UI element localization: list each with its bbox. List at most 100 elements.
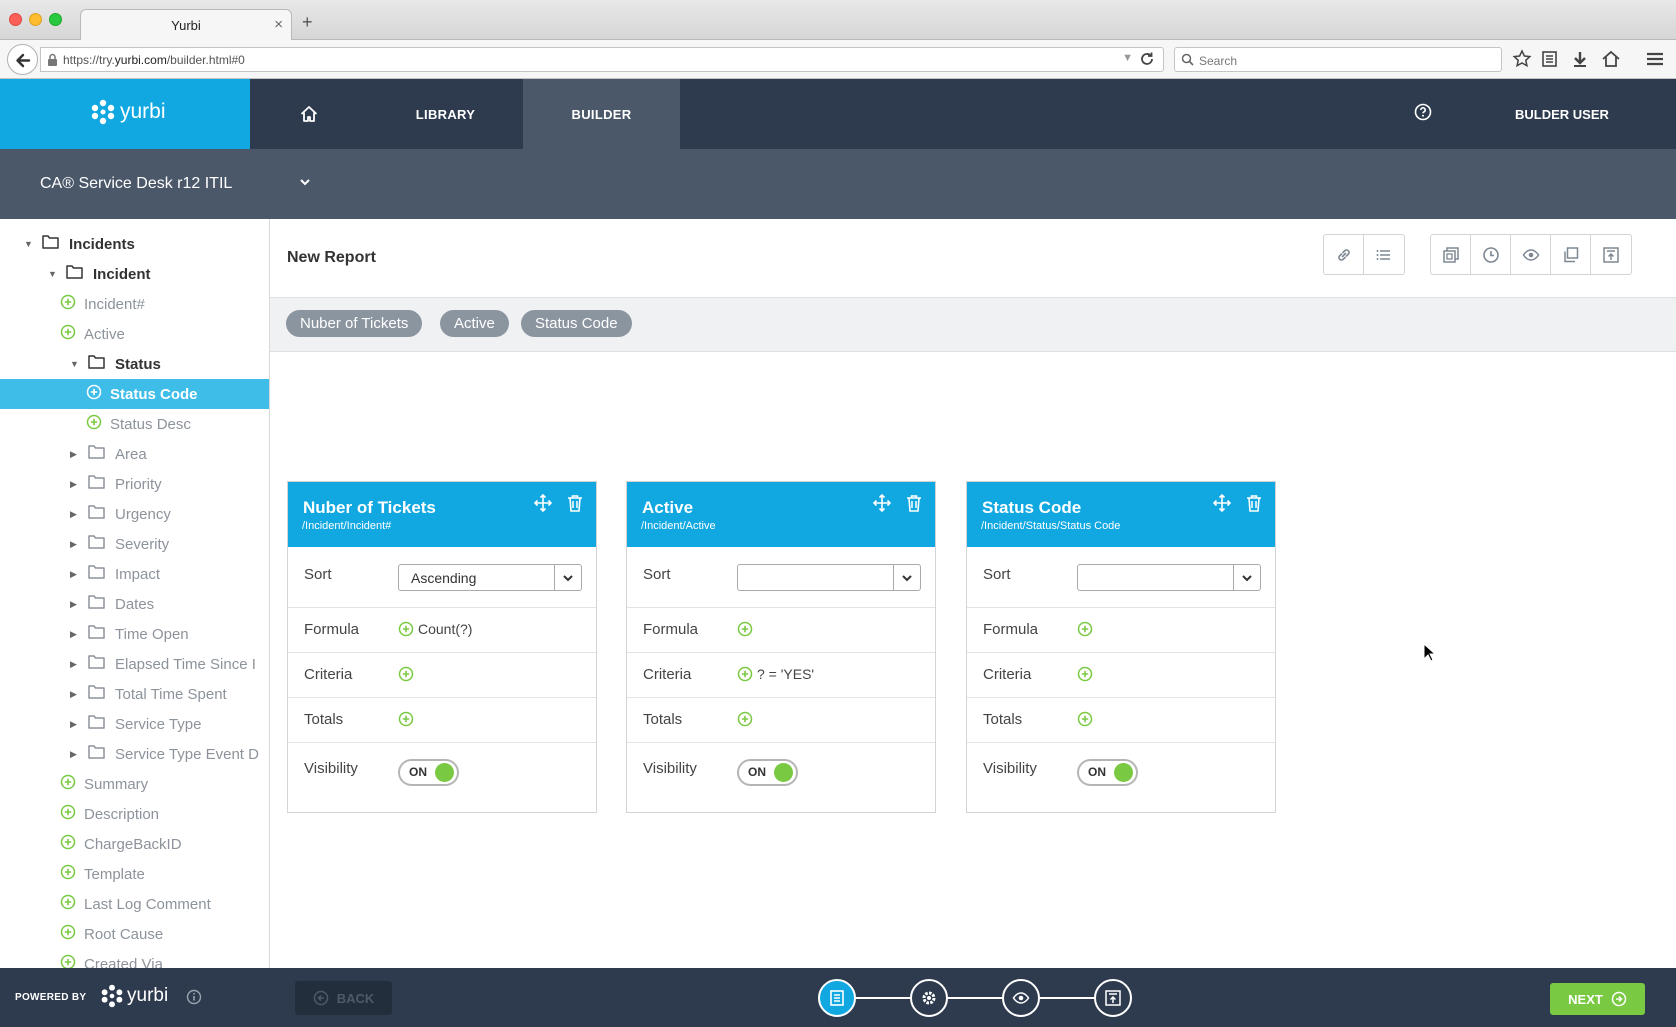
save-as-button[interactable] xyxy=(1431,235,1471,274)
add-field-icon[interactable] xyxy=(60,954,76,968)
logo-block[interactable]: yurbi xyxy=(0,79,250,149)
url-bar[interactable]: https://try.yurbi.com/builder.html#0 ▼ xyxy=(40,47,1164,72)
tree-field[interactable]: ChargeBackID xyxy=(0,829,269,859)
step-preview[interactable] xyxy=(1002,979,1040,1017)
hamburger-menu-icon[interactable] xyxy=(1645,49,1665,69)
bookmark-star-icon[interactable] xyxy=(1512,49,1532,69)
add-icon[interactable] xyxy=(398,621,414,637)
history-button[interactable] xyxy=(1471,235,1511,274)
nav-builder[interactable]: BUILDER xyxy=(523,79,680,149)
visibility-toggle[interactable]: ON xyxy=(398,759,459,786)
project-name[interactable]: CA® Service Desk r12 ITIL xyxy=(40,175,232,193)
help-icon[interactable] xyxy=(1414,103,1432,121)
add-field-icon[interactable] xyxy=(86,384,102,405)
move-icon[interactable] xyxy=(534,494,552,512)
minimize-window-button[interactable] xyxy=(29,13,42,26)
tab-close-icon[interactable]: × xyxy=(274,16,283,33)
browser-search-input[interactable]: Search xyxy=(1174,47,1502,72)
add-icon[interactable] xyxy=(737,666,753,682)
chevron-down-icon[interactable] xyxy=(1233,565,1260,590)
sort-select[interactable] xyxy=(737,564,921,591)
chevron-down-icon[interactable] xyxy=(554,565,581,590)
move-icon[interactable] xyxy=(1213,494,1231,512)
reload-icon[interactable] xyxy=(1139,51,1155,67)
totals-value[interactable] xyxy=(1077,711,1097,727)
caret-right-icon[interactable]: ▶ xyxy=(70,569,82,580)
tree-field[interactable]: Description xyxy=(0,799,269,829)
add-icon[interactable] xyxy=(737,711,753,727)
caret-right-icon[interactable]: ▶ xyxy=(70,539,82,550)
tree-folder[interactable]: ▶ Dates xyxy=(0,589,269,619)
move-icon[interactable] xyxy=(873,494,891,512)
new-tab-button[interactable]: + xyxy=(302,12,313,33)
add-field-icon[interactable] xyxy=(60,294,76,315)
tree-field[interactable]: Root Cause xyxy=(0,919,269,949)
tree-folder[interactable]: ▼ Incidents xyxy=(0,229,269,259)
tree-folder[interactable]: ▼ Incident xyxy=(0,259,269,289)
tree-folder[interactable]: ▶ Impact xyxy=(0,559,269,589)
browser-tab[interactable]: Yurbi × xyxy=(80,9,292,41)
sort-select[interactable] xyxy=(1077,564,1261,591)
add-field-icon[interactable] xyxy=(60,924,76,945)
nav-library[interactable]: LIBRARY xyxy=(368,79,523,149)
add-field-icon[interactable] xyxy=(86,414,102,435)
caret-right-icon[interactable]: ▶ xyxy=(70,659,82,670)
tree-field[interactable]: Template xyxy=(0,859,269,889)
close-window-button[interactable] xyxy=(9,13,22,26)
chevron-down-icon[interactable] xyxy=(893,565,920,590)
tree-field[interactable]: Status Desc xyxy=(0,409,269,439)
add-field-icon[interactable] xyxy=(60,324,76,345)
tree-folder[interactable]: ▶ Elapsed Time Since I xyxy=(0,649,269,679)
visibility-toggle[interactable]: ON xyxy=(1077,759,1138,786)
link-button[interactable] xyxy=(1324,235,1364,274)
export-button[interactable] xyxy=(1591,235,1631,274)
add-icon[interactable] xyxy=(398,666,414,682)
add-field-icon[interactable] xyxy=(60,864,76,885)
caret-right-icon[interactable]: ▶ xyxy=(70,479,82,490)
add-icon[interactable] xyxy=(1077,666,1093,682)
field-chip[interactable]: Active xyxy=(440,310,509,337)
criteria-value[interactable] xyxy=(398,666,418,682)
add-icon[interactable] xyxy=(1077,621,1093,637)
add-field-icon[interactable] xyxy=(60,894,76,915)
sort-select[interactable]: Ascending xyxy=(398,564,582,591)
user-menu[interactable]: BULDER USER xyxy=(1515,107,1609,122)
chevron-down-icon[interactable] xyxy=(298,175,312,189)
trash-icon[interactable] xyxy=(567,494,583,512)
caret-down-icon[interactable]: ▼ xyxy=(48,269,60,279)
tree-folder[interactable]: ▶ Urgency xyxy=(0,499,269,529)
tree-folder[interactable]: ▶ Time Open xyxy=(0,619,269,649)
caret-right-icon[interactable]: ▶ xyxy=(70,749,82,760)
url-dropdown-icon[interactable]: ▼ xyxy=(1122,52,1133,64)
info-icon[interactable] xyxy=(186,989,202,1005)
field-chip[interactable]: Status Code xyxy=(521,310,632,337)
criteria-value[interactable] xyxy=(1077,666,1097,682)
tree-field[interactable]: Active xyxy=(0,319,269,349)
tree-field[interactable]: Incident# xyxy=(0,289,269,319)
caret-right-icon[interactable]: ▶ xyxy=(70,449,82,460)
caret-down-icon[interactable]: ▼ xyxy=(24,239,36,249)
tree-folder[interactable]: ▼ Status xyxy=(0,349,269,379)
step-design[interactable] xyxy=(818,979,856,1017)
list-view-button[interactable] xyxy=(1364,235,1404,274)
nav-home[interactable] xyxy=(250,79,368,149)
zoom-window-button[interactable] xyxy=(49,13,62,26)
report-title[interactable]: New Report xyxy=(287,249,376,267)
tree-folder[interactable]: ▶ Priority xyxy=(0,469,269,499)
trash-icon[interactable] xyxy=(906,494,922,512)
formula-value[interactable] xyxy=(737,621,757,637)
totals-value[interactable] xyxy=(398,711,418,727)
caret-right-icon[interactable]: ▶ xyxy=(70,719,82,730)
tree-field[interactable]: Created Via xyxy=(0,949,269,968)
add-field-icon[interactable] xyxy=(60,774,76,795)
tree-folder[interactable]: ▶ Total Time Spent xyxy=(0,679,269,709)
add-icon[interactable] xyxy=(737,621,753,637)
tree-field[interactable]: Summary xyxy=(0,769,269,799)
add-icon[interactable] xyxy=(1077,711,1093,727)
caret-right-icon[interactable]: ▶ xyxy=(70,689,82,700)
caret-right-icon[interactable]: ▶ xyxy=(70,599,82,610)
caret-down-icon[interactable]: ▼ xyxy=(70,359,82,369)
tree-folder[interactable]: ▶ Severity xyxy=(0,529,269,559)
home-icon[interactable] xyxy=(1601,49,1621,69)
tree-folder[interactable]: ▶ Service Type Event D xyxy=(0,739,269,769)
